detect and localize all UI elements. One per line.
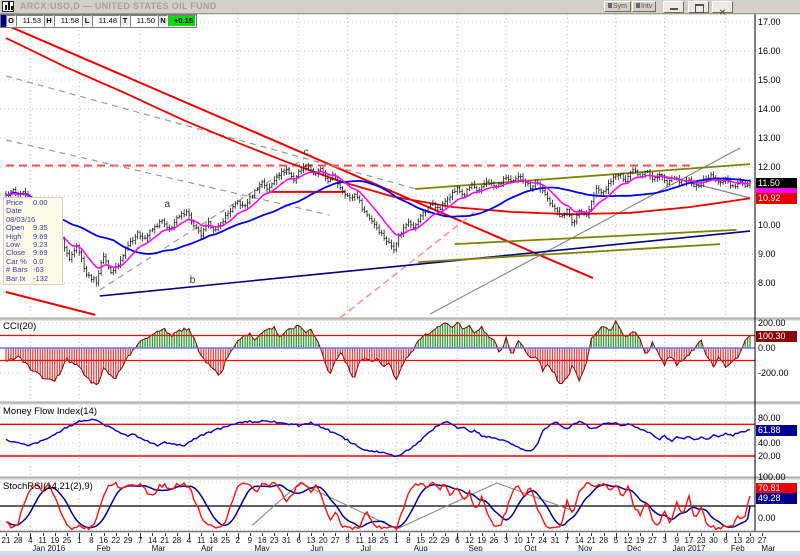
axis-label: -200.00: [758, 368, 789, 378]
time-tick-label: 7: [138, 536, 142, 545]
quote-field-value-L: 11.48: [92, 15, 120, 27]
time-tick-label: 23: [270, 536, 279, 545]
quote-field-label-N: N: [158, 15, 168, 27]
title-bar[interactable]: ARCX:USO,D — UNITED STATES OIL FUND Sym …: [0, 0, 800, 14]
time-tick-label: 8: [406, 536, 410, 545]
minimize-button[interactable]: [663, 1, 684, 13]
intv-button[interactable]: Intv: [632, 1, 656, 12]
quote-bar: O11.53H11.58L11.48T11.50N+0.15: [0, 14, 197, 28]
svg-text:c: c: [304, 147, 309, 158]
axis-label: 0.00: [758, 513, 776, 523]
time-tick-label: 28: [172, 536, 181, 545]
sym-icon: [608, 3, 612, 8]
axis-label: 0.00: [758, 343, 776, 353]
time-tick-label: 30: [709, 536, 718, 545]
time-tick-label: 2: [235, 536, 239, 545]
axis-label: 17.00: [758, 17, 781, 27]
axis-label: 100.00: [758, 472, 786, 482]
axis-label: 10.00: [758, 220, 781, 230]
close-icon: ✕: [719, 8, 726, 17]
axis-label: 12.00: [758, 162, 781, 172]
cci-panel-title: CCI(20): [3, 321, 36, 332]
mfi-panel-title: Money Flow Index(14): [3, 406, 97, 417]
chart-window: a b c ARCX:USO,D — UNITED STATES OIL FUND …: [0, 0, 800, 555]
time-tick-label: 3: [504, 536, 508, 545]
svg-text:a: a: [165, 199, 171, 210]
intv-icon: [636, 3, 640, 8]
axis-value-flag: 49.28: [756, 493, 797, 504]
axis-label: 9.00: [758, 249, 776, 259]
chart-canvas: a b c: [0, 0, 800, 555]
tooltip-row: Bar Ix-132: [6, 275, 60, 283]
svg-text:b: b: [190, 275, 196, 286]
time-tick-label: 29: [441, 536, 450, 545]
time-tick-label: 1: [77, 536, 81, 545]
time-tick-label: 5: [614, 536, 618, 545]
quote-field-value-N: +0.15: [168, 15, 196, 27]
time-tick-label: 3: [662, 536, 666, 545]
restore-icon: [695, 4, 704, 13]
axis-label: 16.00: [758, 46, 781, 56]
window-title: ARCX:USO,D — UNITED STATES OIL FUND: [20, 1, 217, 11]
minimize-icon: [670, 8, 678, 10]
stochrsi-panel-title: StochRSI(14,21(2),9): [3, 481, 93, 492]
axis-label: 40.00: [758, 438, 781, 448]
axis-value-flag: 10.92: [756, 193, 797, 204]
time-tick-label: 24: [538, 536, 547, 545]
axis-label: 20.00: [758, 451, 781, 461]
time-tick-label: 8: [89, 536, 93, 545]
time-tick-label: 25: [380, 536, 389, 545]
quote-field-label-H: H: [44, 15, 54, 27]
quote-field-label-L: L: [82, 15, 92, 27]
time-tick-label: 21: [2, 536, 11, 545]
axis-label: 8.00: [758, 278, 776, 288]
sym-button[interactable]: Sym: [604, 1, 631, 12]
time-tick-label: 22: [428, 536, 437, 545]
quote-field-label-T: T: [120, 15, 130, 27]
time-tick-label: 4: [187, 536, 191, 545]
time-tick-label: 29: [124, 536, 133, 545]
axis-label: 200.00: [758, 318, 786, 328]
app-icon: [2, 1, 14, 12]
axis-value-flag: 100.30: [756, 331, 797, 342]
quote-field-value-O: 11.53: [16, 15, 44, 27]
time-tick-label: 25: [221, 536, 230, 545]
axis-label: 80.00: [758, 413, 781, 423]
quote-field-value-T: 11.50: [130, 15, 158, 27]
time-tick-label: 20: [746, 536, 755, 545]
data-window-tooltip: Price0.00Date08/03/16Open9.35High9.69Low…: [3, 197, 63, 285]
time-tick-label: 10: [514, 536, 523, 545]
bottom-strip: [0, 551, 800, 555]
time-tick-label: 6: [296, 536, 300, 545]
axis-value-flag: 61.88: [756, 425, 797, 436]
time-tick-label: 9: [248, 536, 252, 545]
time-tick-label: 27: [331, 536, 340, 545]
axis-label: 15.00: [758, 75, 781, 85]
time-tick-label: 31: [282, 536, 291, 545]
time-tick-label: 7: [565, 536, 569, 545]
time-tick-label: 1: [394, 536, 398, 545]
quote-field-label-O: O: [6, 15, 16, 27]
time-tick-label: 27: [648, 536, 657, 545]
quote-field-value-H: 11.58: [54, 15, 82, 27]
time-tick-label: 22: [111, 536, 120, 545]
time-tick-label: 28: [14, 536, 23, 545]
restore-button[interactable]: [688, 1, 709, 13]
time-tick-label: 6: [723, 536, 727, 545]
time-tick-label: 5: [345, 536, 349, 545]
close-button[interactable]: ✕: [712, 1, 733, 13]
axis-label: 14.00: [758, 104, 781, 114]
time-tick-label: 26: [489, 536, 498, 545]
time-tick-label: 31: [550, 536, 559, 545]
time-tick-label: 6: [455, 536, 459, 545]
axis-label: 13.00: [758, 133, 781, 143]
time-tick-label: 28: [599, 536, 608, 545]
tooltip-row: Date08/03/16: [6, 207, 60, 224]
